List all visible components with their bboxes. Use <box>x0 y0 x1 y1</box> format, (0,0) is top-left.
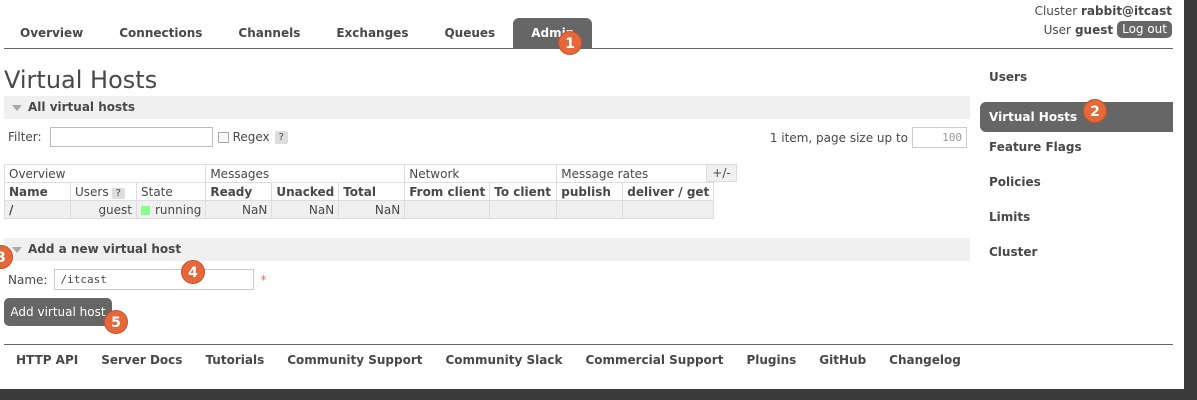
admin-sidebar: Users Virtual Hosts Feature Flags Polici… <box>980 67 1173 277</box>
cell-from-client <box>404 200 491 219</box>
page-title: Virtual Hosts <box>4 66 158 94</box>
col-ready[interactable]: Ready <box>205 182 273 201</box>
cell-users: guest <box>70 200 137 219</box>
footer-divider <box>4 344 1173 345</box>
user-info: User guest Log out <box>1044 21 1172 38</box>
group-messages: Messages <box>205 164 406 183</box>
tab-channels[interactable]: Channels <box>220 18 318 48</box>
col-deliver-get[interactable]: deliver / get <box>622 182 715 201</box>
collapse-triangle-icon <box>12 247 22 253</box>
group-network: Network <box>404 164 558 183</box>
cell-total: NaN <box>338 200 406 219</box>
step-marker-4: 4 <box>181 260 205 284</box>
col-state[interactable]: State <box>135 182 207 201</box>
user-name: guest <box>1074 22 1114 37</box>
name-label: Name: <box>8 272 48 287</box>
tab-overview[interactable]: Overview <box>2 18 101 48</box>
page-size-input[interactable]: 100 <box>912 127 967 148</box>
users-help-button[interactable]: ? <box>111 187 125 199</box>
footer-link-changelog[interactable]: Changelog <box>889 353 961 367</box>
window-edge-bottom <box>0 389 1197 400</box>
sidebar-item-cluster[interactable]: Cluster <box>980 242 1173 272</box>
table-group-header: Overview Messages Network Message rates <box>3 164 715 183</box>
cluster-label: Cluster <box>1034 4 1078 18</box>
step-marker-2: 2 <box>1083 99 1107 123</box>
footer-link-tutorials[interactable]: Tutorials <box>205 353 264 367</box>
user-label: User <box>1043 22 1071 37</box>
sidebar-item-limits[interactable]: Limits <box>980 207 1173 237</box>
footer-link-server-docs[interactable]: Server Docs <box>101 353 182 367</box>
window-edge-right <box>1184 0 1197 400</box>
required-asterisk: * <box>260 272 267 287</box>
page-size-text: 1 item, page size up to <box>769 130 908 145</box>
name-row: Name: /itcast * <box>8 269 266 290</box>
all-vhosts-section-header[interactable]: All virtual hosts <box>4 96 970 119</box>
col-users-label: Users <box>75 184 109 199</box>
group-overview: Overview <box>3 164 207 183</box>
footer-link-community-support[interactable]: Community Support <box>287 353 422 367</box>
table-row[interactable]: / guest running NaN NaN NaN <box>4 200 715 219</box>
step-marker-5: 5 <box>104 310 128 334</box>
rabbitmq-admin-page: Overview Connections Channels Exchanges … <box>0 0 1184 389</box>
footer-link-plugins[interactable]: Plugins <box>746 353 796 367</box>
footer-links: HTTP API Server Docs Tutorials Community… <box>16 353 961 367</box>
filter-row: Filter: Regex ? <box>8 127 288 147</box>
footer-link-commercial-support[interactable]: Commercial Support <box>585 353 723 367</box>
footer-link-http-api[interactable]: HTTP API <box>16 353 78 367</box>
tab-connections[interactable]: Connections <box>101 18 220 48</box>
filter-label: Filter: <box>8 130 42 144</box>
col-to-client[interactable]: To client <box>489 182 558 201</box>
section-title: All virtual hosts <box>28 100 136 114</box>
sidebar-item-users[interactable]: Users <box>980 67 1173 97</box>
section-title: Add a new virtual host <box>28 242 182 256</box>
cell-name[interactable]: / <box>4 200 71 219</box>
sidebar-item-feature-flags[interactable]: Feature Flags <box>980 137 1173 167</box>
col-unacked[interactable]: Unacked <box>271 182 340 201</box>
footer-link-github[interactable]: GitHub <box>819 353 866 367</box>
group-message-rates: Message rates <box>556 164 715 183</box>
state-text: running <box>155 202 202 217</box>
step-marker-1: 1 <box>558 31 582 55</box>
cell-ready: NaN <box>205 200 273 219</box>
sidebar-item-policies[interactable]: Policies <box>980 172 1173 202</box>
virtual-hosts-table: Overview Messages Network Message rates … <box>3 164 715 219</box>
regex-help-button[interactable]: ? <box>274 130 288 144</box>
tab-queues[interactable]: Queues <box>426 18 513 48</box>
main-tabs: Overview Connections Channels Exchanges … <box>2 18 593 48</box>
add-vhost-section-header[interactable]: Add a new virtual host <box>4 238 970 261</box>
running-status-icon <box>141 205 150 215</box>
logout-button[interactable]: Log out <box>1117 21 1172 38</box>
tab-exchanges[interactable]: Exchanges <box>318 18 426 48</box>
cell-unacked: NaN <box>271 200 340 219</box>
page-size-control: 1 item, page size up to 100 <box>770 127 967 148</box>
columns-toggle-button[interactable]: +/- <box>706 164 737 182</box>
sidebar-item-virtual-hosts[interactable]: Virtual Hosts <box>980 102 1173 132</box>
regex-checkbox[interactable] <box>217 131 229 143</box>
cluster-info: Cluster rabbit@itcast <box>1035 4 1172 18</box>
header-divider <box>4 48 1173 49</box>
filter-input[interactable] <box>49 127 213 147</box>
cluster-name: rabbit@itcast <box>1081 4 1172 18</box>
collapse-triangle-icon <box>12 105 22 111</box>
col-name[interactable]: Name <box>4 182 71 201</box>
vhost-name-input[interactable]: /itcast <box>54 269 255 290</box>
cell-to-client <box>489 200 558 219</box>
col-users[interactable]: Users? <box>70 182 137 201</box>
add-virtual-host-button[interactable]: Add virtual host <box>4 298 112 326</box>
cell-deliver-get <box>622 200 715 219</box>
col-total[interactable]: Total <box>338 182 406 201</box>
col-publish[interactable]: publish <box>556 182 624 201</box>
cell-publish <box>556 200 624 219</box>
footer-link-community-slack[interactable]: Community Slack <box>445 353 562 367</box>
regex-label: Regex <box>232 130 270 144</box>
cell-state: running <box>135 200 207 219</box>
table-column-header: Name Users? State Ready Unacked Total Fr… <box>4 182 715 201</box>
col-from-client[interactable]: From client <box>404 182 491 201</box>
